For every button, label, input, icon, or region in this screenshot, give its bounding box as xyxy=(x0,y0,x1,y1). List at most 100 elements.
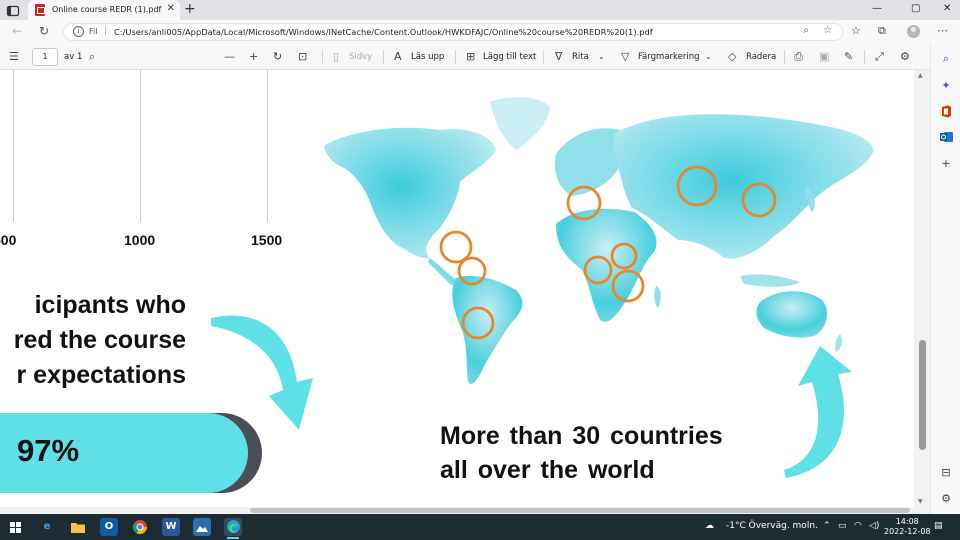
browser-tab[interactable]: Online course REDR (1).pdf ✕ xyxy=(28,0,180,20)
fullscreen-icon[interactable]: ⤢ xyxy=(875,50,884,63)
draw-icon[interactable]: ∇ xyxy=(555,50,562,63)
back-icon[interactable]: ← xyxy=(12,24,22,38)
rotate-icon[interactable]: ↻ xyxy=(273,50,282,63)
pdf-toolbar: ☰ 1 av 1 ⌕ — + ↻ ⊡ ▯ Sidvy A Läs upp ⊞ L… xyxy=(0,44,930,70)
axis-tick-label: 500 xyxy=(0,232,17,248)
save-as-icon[interactable]: ✎ xyxy=(844,50,853,63)
outlook-icon[interactable] xyxy=(939,131,953,145)
tab-actions-icon[interactable] xyxy=(6,3,20,17)
vertical-scrollbar[interactable]: ▲ ▼ xyxy=(914,70,930,507)
zoom-in-icon[interactable]: + xyxy=(249,50,258,63)
volume-icon[interactable]: ◁) xyxy=(869,521,879,531)
north-america-shape xyxy=(324,127,496,259)
hide-sidebar-icon[interactable]: ⊟ xyxy=(939,466,953,480)
copilot-icon[interactable]: ✦ xyxy=(939,79,953,93)
fit-page-icon[interactable]: ⊡ xyxy=(298,50,307,63)
system-clock[interactable]: 14:08 2022-12-08 xyxy=(884,517,931,537)
new-zealand-shape xyxy=(835,334,843,352)
file-explorer-icon[interactable] xyxy=(69,518,87,536)
search-icon[interactable]: ⌕ xyxy=(939,52,953,66)
zoom-out-icon[interactable]: — xyxy=(224,50,235,63)
page-count: av 1 xyxy=(64,52,83,62)
print-icon[interactable]: ⎙ xyxy=(794,50,803,63)
profile-avatar[interactable] xyxy=(907,25,920,38)
scroll-up-icon[interactable]: ▲ xyxy=(918,72,923,79)
indonesia-shape xyxy=(740,274,800,287)
refresh-icon[interactable]: ↻ xyxy=(39,24,49,38)
battery-icon[interactable]: ▭ xyxy=(838,521,847,531)
edge-icon[interactable] xyxy=(224,518,242,539)
heading-line: r expectations xyxy=(16,361,186,389)
weather-icon[interactable]: ☁ xyxy=(705,521,714,531)
heading-line: icipants who xyxy=(34,291,186,319)
search-icon[interactable]: ⌕ xyxy=(89,50,95,63)
url-text[interactable]: C:/Users/anli005/AppData/Local/Microsoft… xyxy=(114,27,653,37)
more-options-icon[interactable]: ⋯ xyxy=(937,24,948,38)
internet-explorer-icon[interactable]: e xyxy=(38,518,56,536)
word-icon[interactable]: W xyxy=(162,518,180,536)
address-row: ← ↻ i Fil | C:/Users/anli005/AppData/Loc… xyxy=(0,20,960,44)
page-view-button: Sidvy xyxy=(349,52,373,62)
scroll-down-icon[interactable]: ▼ xyxy=(918,498,923,505)
heading-line: all over the world xyxy=(440,456,655,484)
read-aloud-icon[interactable]: A xyxy=(394,50,402,63)
collections-icon[interactable]: ⧉ xyxy=(878,24,886,38)
favorites-icon[interactable]: ☆ xyxy=(851,24,861,38)
eraser-icon[interactable]: ◇ xyxy=(728,50,736,63)
close-window-button[interactable]: ✕ xyxy=(943,2,951,16)
axis-tick-label: 1000 xyxy=(124,232,156,248)
australia-shape xyxy=(756,291,828,338)
divider xyxy=(543,50,544,64)
read-aloud-button[interactable]: Läs upp xyxy=(411,51,444,63)
clock-time: 14:08 xyxy=(895,517,919,526)
address-bar[interactable]: i Fil | C:/Users/anli005/AppData/Local/M… xyxy=(63,23,843,41)
minimize-button[interactable]: — xyxy=(872,2,882,16)
draw-chevron-down-icon[interactable]: ⌄ xyxy=(598,50,605,63)
edge-sidebar: ⌕ ✦ + ⊟ ⚙ xyxy=(930,44,960,514)
photos-icon[interactable] xyxy=(193,518,211,536)
curved-arrow-left xyxy=(211,315,313,430)
highlight-icon[interactable]: ▽ xyxy=(621,50,629,63)
horizontal-scroll-thumb[interactable] xyxy=(250,508,910,513)
pdf-page: 500 1000 1500 icipants who red the cours… xyxy=(0,70,914,507)
new-tab-button[interactable]: + xyxy=(184,1,196,17)
contents-icon[interactable]: ☰ xyxy=(9,50,19,63)
chart-gridline xyxy=(140,70,141,222)
start-windows-icon[interactable] xyxy=(10,522,21,533)
sidebar-settings-gear-icon[interactable]: ⚙ xyxy=(939,492,953,506)
heading-line: More than 30 countries xyxy=(440,422,723,450)
erase-button[interactable]: Radera xyxy=(746,51,776,63)
divider xyxy=(864,50,865,64)
south-america-shape xyxy=(452,275,523,385)
vertical-scroll-thumb[interactable] xyxy=(919,340,926,450)
horizontal-scrollbar[interactable] xyxy=(0,507,930,514)
add-text-button[interactable]: Lägg till text xyxy=(483,51,536,63)
add-text-icon[interactable]: ⊞ xyxy=(466,50,475,63)
tray-chevron-up-icon[interactable]: ⌃ xyxy=(823,521,831,531)
close-tab-icon[interactable]: ✕ xyxy=(167,3,175,14)
outlook-icon[interactable]: O xyxy=(100,518,118,536)
windows-taskbar: e O W ☁ -1°C Överväg. moln. ⌃ ▭ ◠ ◁) 14:… xyxy=(0,514,960,540)
divider xyxy=(455,50,456,64)
chart-gridline xyxy=(13,70,14,222)
highlight-chevron-down-icon[interactable]: ⌄ xyxy=(705,50,712,63)
clock-date: 2022-12-08 xyxy=(884,527,931,536)
page-number-input[interactable]: 1 xyxy=(32,48,58,66)
draw-button[interactable]: Rita xyxy=(572,51,589,63)
weather-text[interactable]: -1°C Överväg. moln. xyxy=(726,521,818,531)
continents xyxy=(324,97,874,385)
info-icon[interactable]: i xyxy=(73,26,84,37)
highlight-button[interactable]: Färgmarkering xyxy=(638,51,700,63)
notification-icon[interactable]: ▤ xyxy=(934,521,943,531)
settings-gear-icon[interactable]: ⚙ xyxy=(900,50,910,63)
tab-bar: Online course REDR (1).pdf ✕ + — ▢ ✕ xyxy=(0,0,960,20)
zoom-icon[interactable]: ⌕ xyxy=(803,25,809,36)
world-map xyxy=(324,97,874,385)
add-favorite-icon[interactable]: ☆ xyxy=(823,25,832,36)
maximize-button[interactable]: ▢ xyxy=(911,2,920,16)
chrome-icon[interactable] xyxy=(131,518,149,536)
add-sidebar-app-icon[interactable]: + xyxy=(939,157,953,171)
office-icon[interactable] xyxy=(939,105,953,119)
url-scheme: Fil xyxy=(89,27,98,36)
wifi-icon[interactable]: ◠ xyxy=(854,521,862,531)
